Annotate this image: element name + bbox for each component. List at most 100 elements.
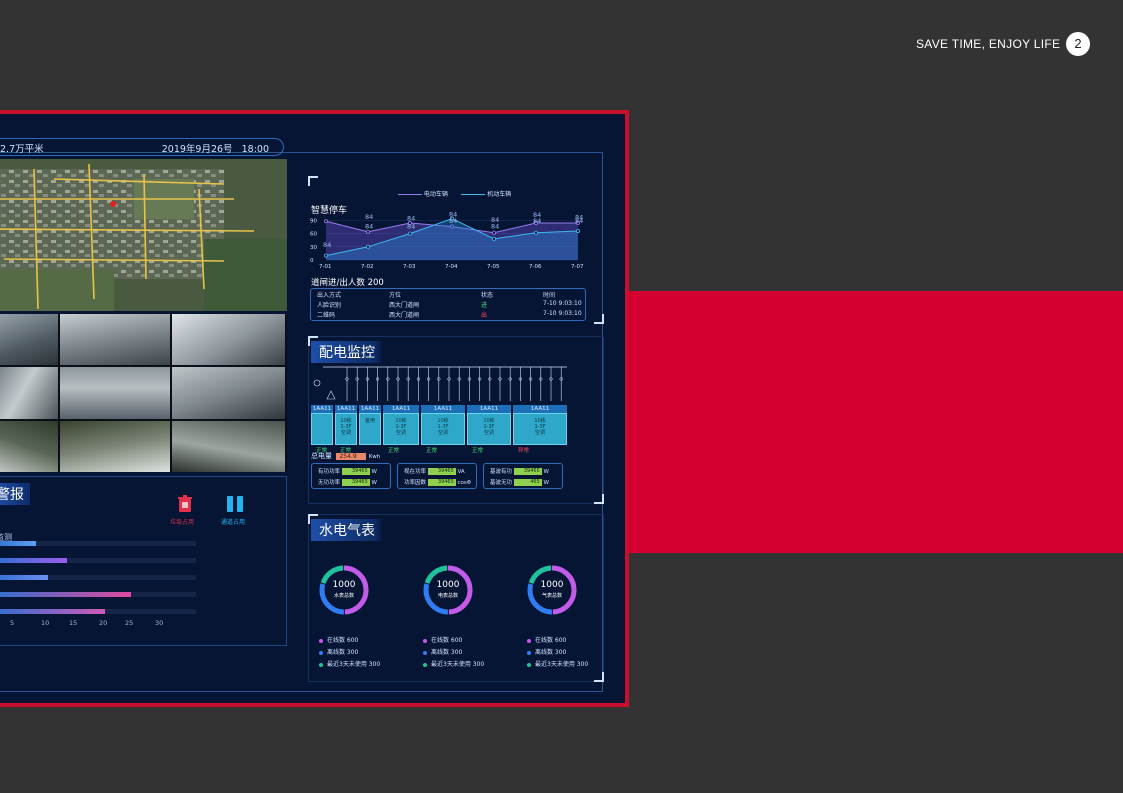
meter-unit: W — [369, 480, 377, 486]
meter-line: 基波无功 465 W — [490, 478, 549, 486]
x-tick: 7-06 — [529, 264, 542, 270]
donut-gauge[interactable] — [525, 563, 579, 617]
camera-feed[interactable] — [60, 314, 170, 366]
data-label: 84 — [449, 212, 457, 218]
total-power: 总电量 254.9 Kwh — [311, 451, 380, 461]
cabinet-id: 1AA11 — [311, 405, 333, 413]
satellite-map[interactable] — [0, 159, 287, 311]
table-row[interactable]: 人脸识别 西大门道闸 进 7-10 9:03:10 — [311, 300, 585, 310]
series-point — [533, 230, 538, 235]
camera-feed[interactable] — [60, 420, 170, 472]
meter-label: 视在功率 — [404, 469, 428, 475]
x-tick: 7-02 — [361, 264, 373, 270]
legend-motor: 机动车辆 — [487, 191, 512, 198]
meter-unit: W — [541, 480, 549, 486]
legend-item: 最近3天未使用 300 — [527, 659, 588, 668]
meters-panel: 水电气表 1000 水表总数 在线数 600 离线数 300 最近3天未使用 300 10… — [308, 514, 604, 682]
gauge-value: 1000 — [436, 580, 460, 590]
meter-value: 39465 — [341, 479, 370, 486]
legend-dot — [319, 662, 323, 667]
legend-dot — [423, 662, 427, 667]
alarm-bar — [0, 541, 36, 546]
alarm-x-tick: 20 — [99, 619, 108, 627]
series-point — [575, 228, 580, 233]
cabinet-status: 异常 — [518, 448, 530, 454]
alarm-bar-track — [0, 609, 196, 614]
cabinet-body[interactable]: 10栋 1-3F 空调 — [335, 413, 357, 445]
legend-dot — [319, 650, 323, 655]
legend-text: 离线数 300 — [327, 649, 359, 656]
x-tick: 7-03 — [403, 264, 416, 270]
transformer-symbol — [313, 379, 321, 387]
meter-label: 基波有功 — [490, 469, 514, 475]
legend-text: 最近3天未使用 300 — [431, 661, 485, 668]
map-imagery — [0, 159, 287, 311]
page-number-badge: 2 — [1066, 32, 1090, 56]
alarm-x-tick: 15 — [69, 619, 78, 627]
cabinet-body[interactable] — [311, 413, 333, 445]
data-label: 84 — [365, 213, 373, 221]
total-unit: Kwh — [368, 454, 381, 460]
gate-label: 道闸进/出人数 — [311, 278, 365, 288]
dashboard-screenshot-frame: 2.7万平米 2019年9月26号 18:00 报 垃圾占用 通道占用 测 5 … — [0, 110, 629, 707]
gauge-label: 水表总数 — [333, 593, 354, 599]
cabinet-id: 1AA11 — [467, 405, 511, 413]
info-bar: 2.7万平米 2019年9月26号 18:00 — [0, 138, 284, 156]
camera-feed[interactable] — [60, 367, 170, 419]
cabinet-body[interactable]: 10栋 1-3F 空调 — [513, 413, 567, 445]
table-row[interactable]: 二维码 西大门道闸 出 7-10 9:03:10 — [311, 310, 585, 320]
ground-symbol — [326, 390, 336, 400]
total-value: 254.9 — [336, 453, 367, 460]
table-header-cell: 时间 — [543, 292, 556, 299]
meter-box: 视在功率 39465 VA 功率因数 39465 cosΦ — [397, 463, 477, 489]
x-tick: 7-01 — [319, 264, 331, 270]
alarm-bar-track — [0, 541, 196, 546]
meter-value: 39465 — [427, 468, 456, 475]
legend-item: 在线数 600 — [319, 635, 358, 644]
corner-mark — [594, 494, 604, 504]
data-label: 84 — [491, 216, 499, 224]
series-point — [366, 229, 371, 234]
cabinet-id: 1AA11 — [421, 405, 465, 413]
y-tick: 30 — [310, 245, 317, 251]
power-title: 配电监控 — [311, 341, 383, 363]
camera-feed[interactable] — [172, 367, 285, 419]
camera-feed[interactable] — [0, 314, 58, 366]
alarm-bar — [0, 592, 131, 597]
series-point — [323, 253, 328, 258]
trash-icon[interactable] — [177, 495, 193, 513]
gauge-value: 1000 — [540, 580, 564, 590]
cabinet-body[interactable]: 10栋 1-3F 空调 — [467, 413, 511, 445]
camera-feed[interactable] — [172, 314, 285, 366]
meter-unit: W — [369, 469, 377, 475]
parking-line-chart: 03060908484848484 84848484 848484847-01 7-0… — [310, 212, 584, 270]
legend-text: 最近3天未使用 300 — [327, 661, 381, 668]
camera-feed[interactable] — [172, 420, 285, 472]
cabinet-body[interactable]: 10栋 1-3F 空调 — [421, 413, 465, 445]
passage-icon[interactable] — [227, 495, 243, 513]
y-tick: 0 — [310, 258, 314, 264]
camera-feed[interactable] — [0, 420, 58, 472]
y-tick: 60 — [310, 232, 317, 238]
corner-mark — [594, 672, 604, 682]
cabinet-id: 1AA11 — [383, 405, 419, 413]
data-label: 84 — [533, 212, 541, 219]
meter-unit: W — [541, 469, 549, 475]
meter-box: 基波有功 39465 W 基波无功 465 W — [483, 463, 563, 489]
legend-item: 在线数 600 — [527, 635, 566, 644]
alarm-x-tick: 10 — [41, 619, 50, 627]
parking-panel: 电动车辆 机动车辆 智慧停车 0 30 60 90 84 84 84 84 84 84 84 84 84… — [308, 176, 604, 324]
cabinet-body[interactable]: 备用 — [359, 413, 381, 445]
gate-table: 出入方式 方位 状态 时间 人脸识别 西大门道闸进 7-10 9:03:10 二维码 西大门道闸… — [310, 288, 586, 321]
alarm-x-tick: 5 — [10, 619, 15, 627]
gauge-label: 气表总数 — [541, 593, 562, 599]
cabinet-body[interactable]: 10栋 1-3F 空调 — [383, 413, 419, 445]
camera-feed[interactable] — [0, 367, 58, 419]
donut-gauge[interactable] — [317, 563, 371, 617]
table-header: 出入方式 方位 状态 时间 — [311, 290, 585, 300]
meter-label: 有功功率 — [318, 469, 342, 475]
legend-text: 离线数 300 — [535, 649, 567, 656]
legend-text: 在线数 600 — [431, 637, 463, 644]
donut-gauge[interactable] — [421, 563, 475, 617]
table-cell: 西大门道闸 — [389, 312, 420, 319]
